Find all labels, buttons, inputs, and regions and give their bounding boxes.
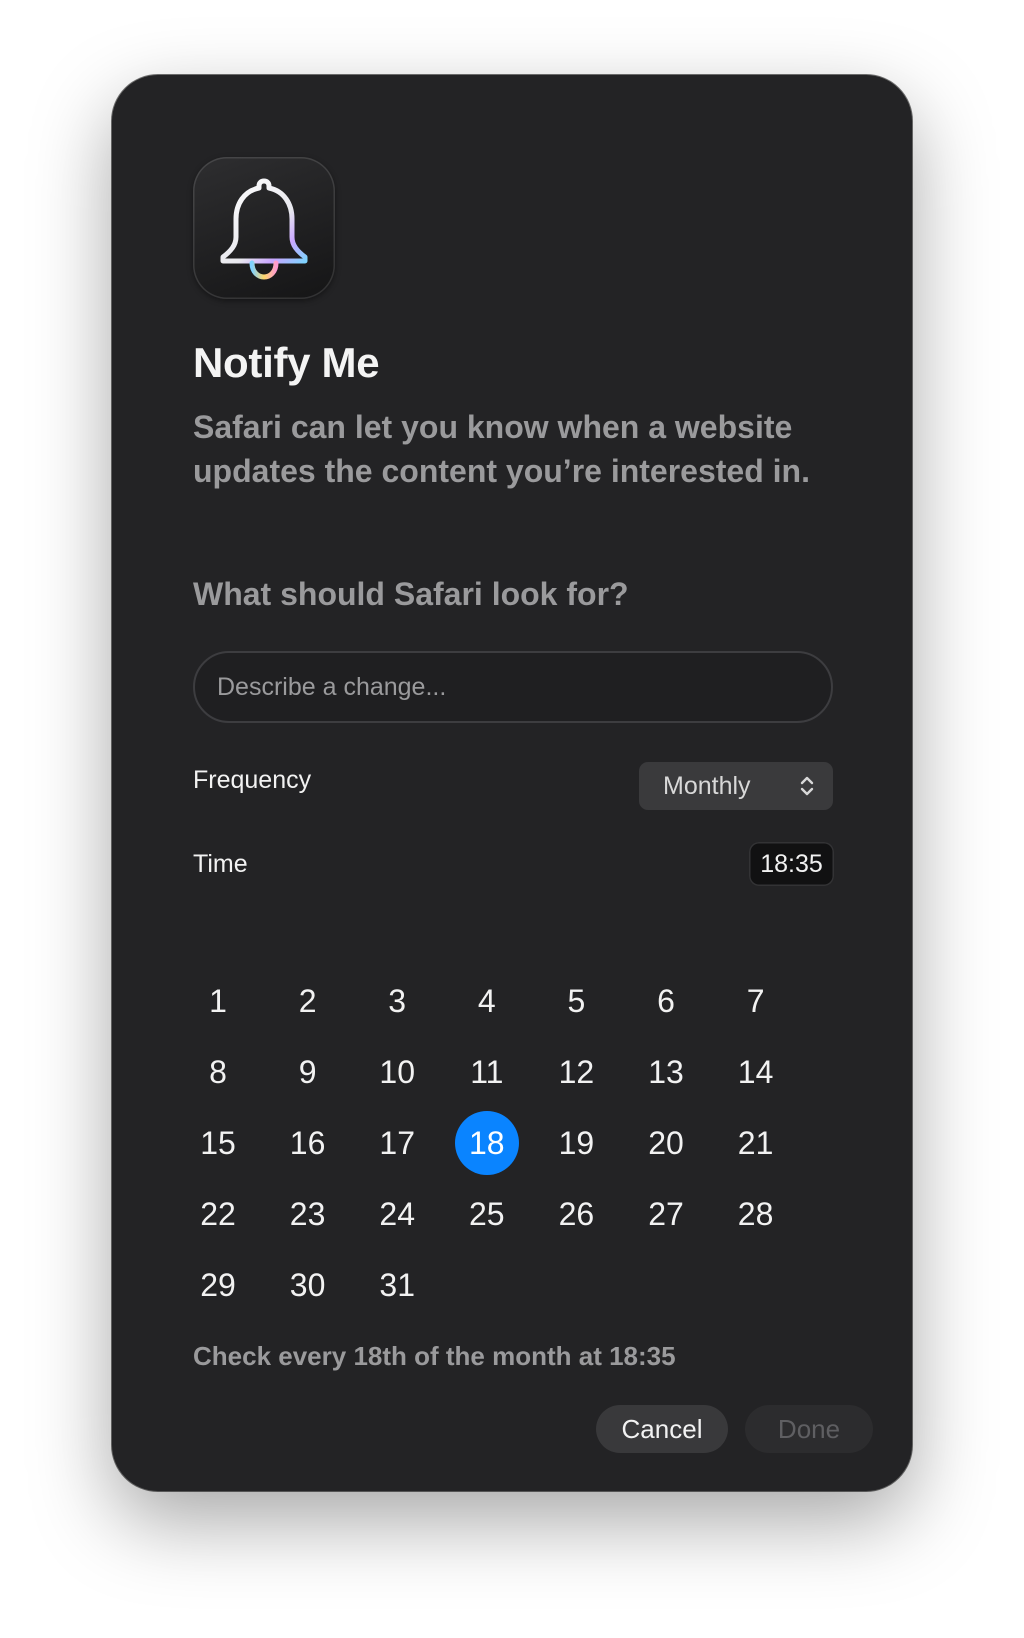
dialog-description: Safari can let you know when a website u… [193,409,810,489]
calendar-day[interactable]: 6 [634,969,698,1033]
app-icon [193,157,335,299]
calendar-day[interactable]: 24 [365,1182,429,1246]
calendar-day[interactable]: 21 [724,1111,788,1175]
frequency-select[interactable]: Monthly [639,762,833,810]
calendar-day-selected[interactable]: 18 [454,1111,519,1175]
dialog-title: Notify Me [193,339,380,386]
calendar-day[interactable]: 11 [455,1040,519,1104]
up-down-chevron-icon [800,776,814,796]
calendar-day[interactable]: 4 [455,969,519,1033]
calendar-day[interactable]: 22 [186,1182,250,1246]
calendar-day[interactable]: 13 [634,1040,698,1104]
calendar-day[interactable]: 14 [724,1040,788,1104]
calendar-day[interactable]: 2 [276,969,340,1033]
cancel-button[interactable]: Cancel [596,1405,728,1453]
calendar-day[interactable]: 10 [365,1040,429,1104]
calendar-day[interactable]: 1 [186,969,250,1033]
frequency-value: Monthly [663,771,751,800]
calendar-day[interactable]: 26 [544,1182,608,1246]
describe-change-input[interactable] [193,651,833,723]
calendar-day[interactable]: 19 [544,1111,608,1175]
bell-icon [220,178,308,280]
calendar-day[interactable]: 28 [724,1182,788,1246]
calendar-day[interactable]: 16 [276,1111,340,1175]
calendar-day[interactable]: 7 [724,969,788,1033]
look-for-prompt: What should Safari look for? [193,576,629,612]
calendar-day[interactable]: 12 [544,1040,608,1104]
calendar-day[interactable]: 15 [186,1111,250,1175]
calendar-day[interactable]: 3 [365,969,429,1033]
calendar-day[interactable]: 23 [276,1182,340,1246]
calendar-day[interactable]: 9 [276,1040,340,1104]
frequency-label: Frequency [193,766,312,794]
calendar-day[interactable]: 17 [365,1111,429,1175]
calendar-day[interactable]: 5 [544,969,608,1033]
done-button[interactable]: Done [745,1405,873,1453]
time-field[interactable]: 18:35 [749,842,834,886]
time-label: Time [193,850,248,878]
calendar-day[interactable]: 29 [186,1253,250,1317]
calendar-day[interactable]: 25 [455,1182,519,1246]
calendar-day[interactable]: 30 [276,1253,340,1317]
calendar-day[interactable]: 8 [186,1040,250,1104]
schedule-summary: Check every 18th of the month at 18:35 [193,1341,676,1371]
calendar-day[interactable]: 31 [365,1253,429,1317]
notify-me-dialog: Notify Me Safari can let you know when a… [112,75,912,1491]
calendar-day[interactable]: 27 [634,1182,698,1246]
calendar-day[interactable]: 20 [634,1111,698,1175]
